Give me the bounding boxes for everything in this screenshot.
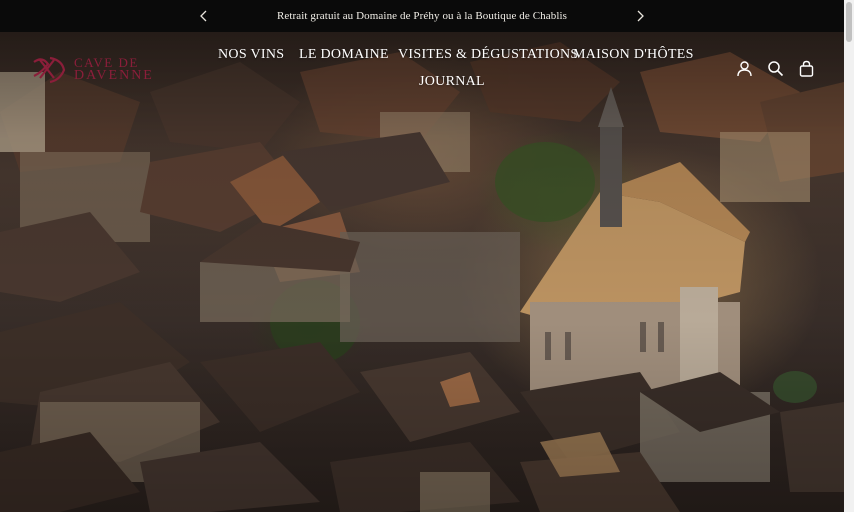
page-scrollbar[interactable] <box>844 0 854 512</box>
header-icons <box>736 60 815 77</box>
hero-shade-overlay <box>0 32 844 512</box>
nav-item-nos-vins[interactable]: NOS VINS <box>218 47 284 63</box>
nav-item-visites-degustations[interactable]: VISITES & DÉGUSTATIONS <box>398 47 578 63</box>
chevron-right-icon[interactable] <box>633 8 647 24</box>
search-icon[interactable] <box>767 60 784 77</box>
announcement-text: Retrait gratuit au Domaine de Préhy ou à… <box>276 10 568 22</box>
nav-item-maison-dhotes[interactable]: MAISON D'HÔTES <box>573 47 694 63</box>
scrollbar-thumb[interactable] <box>846 2 852 42</box>
nav-item-le-domaine[interactable]: LE DOMAINE <box>299 47 389 63</box>
main-navigation: NOS VINS LE DOMAINE VISITES & DÉGUSTATIO… <box>0 44 844 104</box>
cart-icon[interactable] <box>798 60 815 77</box>
hero-image <box>0 32 844 512</box>
announcement-bar: Retrait gratuit au Domaine de Préhy ou à… <box>0 0 844 32</box>
nav-item-journal[interactable]: JOURNAL <box>419 74 485 90</box>
chevron-left-icon[interactable] <box>197 8 211 24</box>
account-icon[interactable] <box>736 60 753 77</box>
